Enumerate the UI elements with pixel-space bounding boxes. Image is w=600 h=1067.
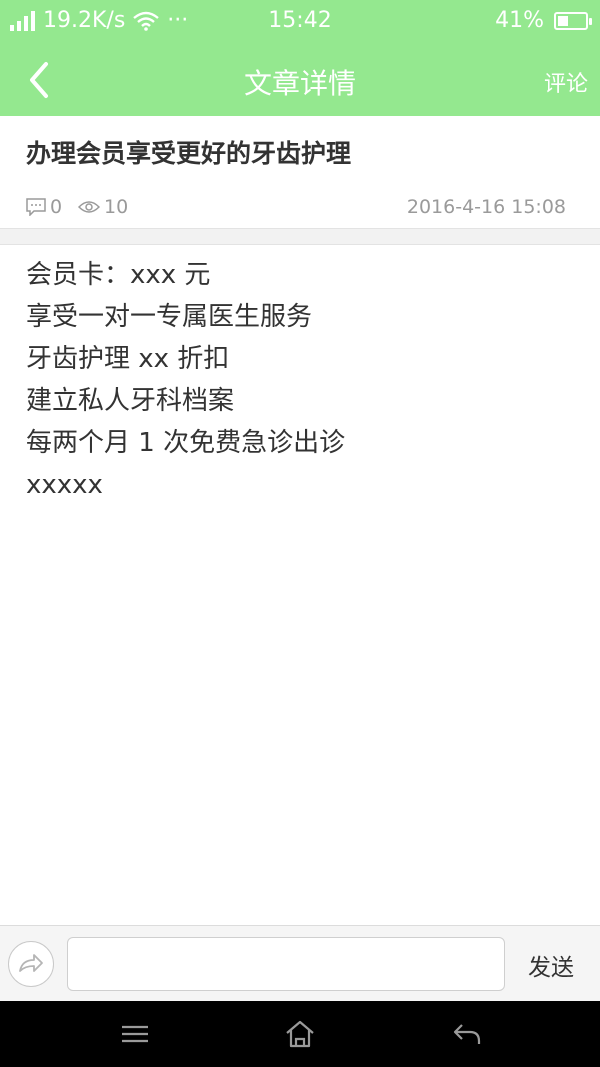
article-title: 办理会员享受更好的牙齿护理	[26, 139, 352, 168]
article-line: 每两个月 1 次免费急诊出诊	[26, 428, 346, 458]
article-line: xxxxx	[26, 470, 103, 500]
share-button[interactable]	[8, 941, 54, 987]
nav-bar: 文章详情 评论	[0, 44, 600, 116]
status-bar: 19.2K/s ··· 15:42 41%	[0, 0, 600, 44]
article-header: 办理会员享受更好的牙齿护理 0 10 2016-4-16 15:08	[0, 116, 600, 228]
send-button[interactable]: 发送	[516, 948, 586, 982]
page-title: 文章详情	[243, 67, 356, 100]
home-icon[interactable]	[283, 1019, 317, 1049]
system-nav-bar	[0, 1001, 600, 1067]
comment-count: 0	[26, 196, 62, 218]
article-line: 享受一对一专属医生服务	[26, 302, 313, 332]
view-count: 10	[78, 196, 128, 218]
article-body: 会员卡：xxx 元 享受一对一专属医生服务 牙齿护理 xx 折扣 建立私人牙科档…	[26, 254, 574, 506]
battery-percent: 41%	[495, 8, 544, 33]
section-divider	[0, 228, 600, 245]
article-line: 牙齿护理 xx 折扣	[26, 344, 230, 374]
comment-input[interactable]	[67, 937, 505, 991]
share-icon	[18, 953, 43, 972]
article-meta: 0 10 2016-4-16 15:08	[26, 196, 574, 222]
comment-bubble-icon	[26, 198, 46, 216]
article-date: 2016-4-16 15:08	[406, 196, 566, 218]
back-icon[interactable]	[450, 1019, 484, 1049]
comment-link[interactable]: 评论	[544, 66, 588, 98]
comment-count-value: 0	[50, 196, 63, 218]
eye-icon	[78, 201, 100, 213]
status-right: 41%	[495, 8, 592, 33]
view-count-value: 10	[104, 196, 129, 218]
article-line: 建立私人牙科档案	[26, 386, 235, 416]
comment-input-bar: 发送	[0, 925, 600, 1001]
battery-icon	[554, 11, 592, 30]
article-line: 会员卡：xxx 元	[26, 260, 211, 290]
menu-icon[interactable]	[118, 1019, 152, 1049]
